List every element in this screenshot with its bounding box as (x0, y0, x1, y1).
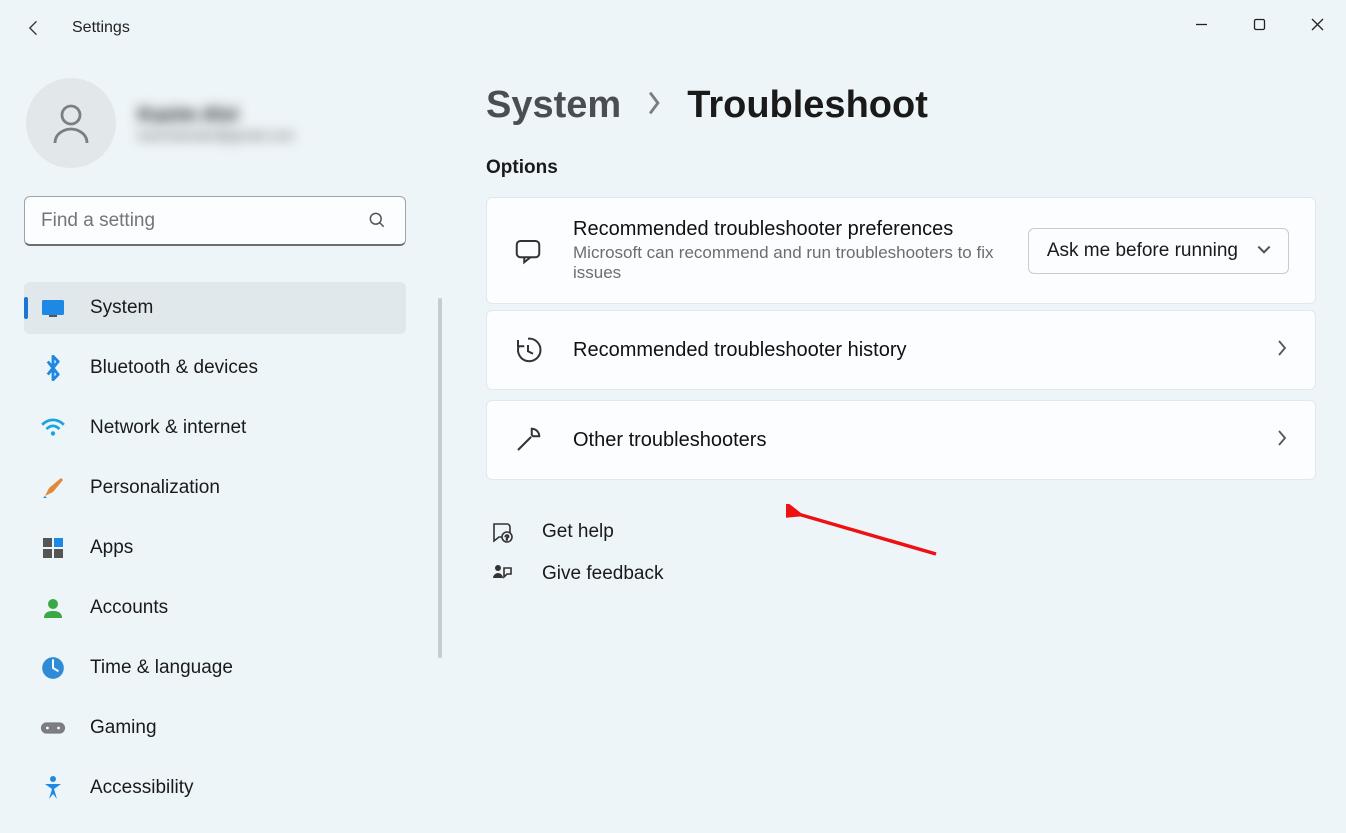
nav-label: Bluetooth & devices (90, 357, 258, 379)
maximize-button[interactable] (1230, 0, 1288, 48)
nav-label: Time & language (90, 657, 233, 679)
bluetooth-icon (40, 355, 66, 381)
avatar (26, 78, 116, 168)
back-button[interactable] (24, 18, 44, 38)
card-preferences: Recommended troubleshooter preferences M… (486, 197, 1316, 304)
section-label: Options (486, 157, 1316, 179)
nav-personalization[interactable]: Personalization (24, 462, 406, 514)
app-title: Settings (72, 19, 130, 37)
accessibility-icon (40, 775, 66, 801)
help-icon: ? (490, 520, 514, 544)
nav-accessibility[interactable]: Accessibility (24, 762, 406, 814)
breadcrumb: System Troubleshoot (486, 84, 1316, 127)
chat-icon (513, 236, 543, 266)
nav-label: Accessibility (90, 777, 193, 799)
brush-icon (40, 475, 66, 501)
row-other[interactable]: Other troubleshooters (487, 401, 1315, 479)
title-bar: Settings (0, 0, 1346, 56)
nav-label: Apps (90, 537, 133, 559)
nav-system[interactable]: System (24, 282, 406, 334)
history-icon (513, 335, 543, 365)
row-history[interactable]: Recommended troubleshooter history (487, 311, 1315, 389)
wrench-icon (513, 425, 543, 455)
user-name: Kazim Alvi (138, 104, 295, 127)
nav-time[interactable]: Time & language (24, 642, 406, 694)
nav-label: System (90, 297, 153, 319)
nav-gaming[interactable]: Gaming (24, 702, 406, 754)
window-controls (1172, 0, 1346, 48)
sidebar: Kazim Alvi kazimalvialvi@gmail.com Syste… (0, 78, 430, 833)
breadcrumb-parent[interactable]: System (486, 84, 621, 127)
get-help-link[interactable]: ? Get help (486, 520, 1316, 544)
sidebar-scrollbar[interactable] (438, 298, 442, 658)
nav-accounts[interactable]: Accounts (24, 582, 406, 634)
select-value: Ask me before running (1047, 240, 1238, 262)
breadcrumb-current: Troubleshoot (687, 84, 928, 127)
nav-label: Accounts (90, 597, 168, 619)
nav-label: Gaming (90, 717, 157, 739)
search-icon (367, 210, 389, 232)
row-preferences: Recommended troubleshooter preferences M… (487, 198, 1315, 303)
chevron-down-icon (1256, 240, 1272, 262)
card-history[interactable]: Recommended troubleshooter history (486, 310, 1316, 390)
person-icon (40, 595, 66, 621)
chevron-right-icon (1275, 338, 1289, 363)
clock-globe-icon (40, 655, 66, 681)
display-icon (40, 295, 66, 321)
footer-links: ? Get help Give feedback (486, 520, 1316, 586)
nav-label: Personalization (90, 477, 220, 499)
gamepad-icon (40, 715, 66, 741)
search-input[interactable] (41, 210, 367, 232)
row-subtitle: Microsoft can recommend and run troubles… (573, 243, 998, 283)
user-profile[interactable]: Kazim Alvi kazimalvialvi@gmail.com (24, 78, 406, 168)
row-title: Recommended troubleshooter preferences (573, 218, 998, 241)
content-area: System Troubleshoot Options Recommended … (486, 84, 1316, 833)
link-label: Give feedback (542, 563, 663, 585)
nav-network[interactable]: Network & internet (24, 402, 406, 454)
apps-icon (40, 535, 66, 561)
row-title: Recommended troubleshooter history (573, 339, 1245, 362)
feedback-icon (490, 562, 514, 586)
chevron-right-icon (645, 90, 663, 121)
nav-label: Network & internet (90, 417, 246, 439)
close-button[interactable] (1288, 0, 1346, 48)
minimize-button[interactable] (1172, 0, 1230, 48)
profile-text: Kazim Alvi kazimalvialvi@gmail.com (138, 104, 295, 143)
wifi-icon (40, 415, 66, 441)
nav-list: System Bluetooth & devices Network & int… (24, 282, 406, 814)
row-title: Other troubleshooters (573, 429, 1245, 452)
link-label: Get help (542, 521, 614, 543)
svg-text:?: ? (505, 535, 509, 542)
preferences-select[interactable]: Ask me before running (1028, 228, 1289, 274)
card-other[interactable]: Other troubleshooters (486, 400, 1316, 480)
nav-apps[interactable]: Apps (24, 522, 406, 574)
search-box[interactable] (24, 196, 406, 246)
user-email: kazimalvialvi@gmail.com (138, 127, 295, 143)
nav-bluetooth[interactable]: Bluetooth & devices (24, 342, 406, 394)
chevron-right-icon (1275, 428, 1289, 453)
give-feedback-link[interactable]: Give feedback (486, 562, 1316, 586)
